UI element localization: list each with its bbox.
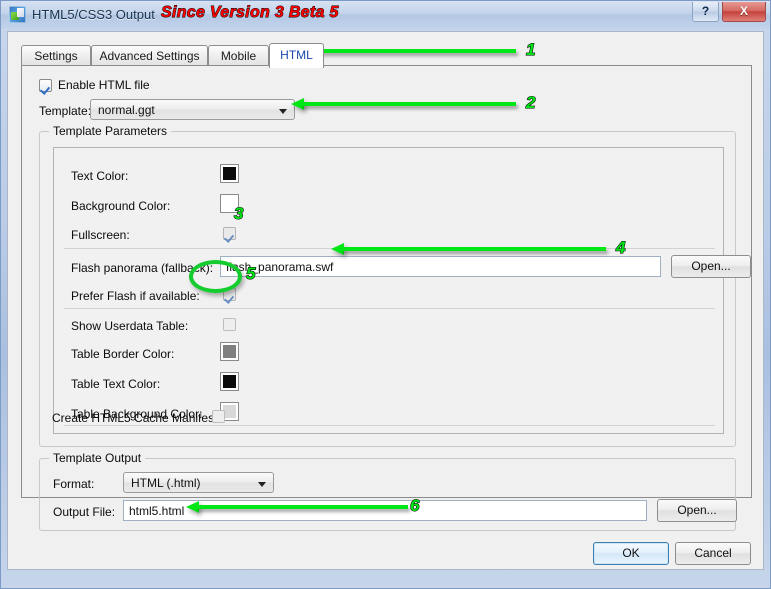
background-color-label: Background Color: <box>71 199 171 213</box>
cache-manifest-checkbox[interactable] <box>212 410 225 423</box>
template-output-group: Template Output Format: HTML (.html) Out… <box>39 451 737 531</box>
dialog-client-area: Settings Advanced Settings Mobile HTML E… <box>7 31 764 570</box>
text-color-swatch[interactable] <box>220 164 239 183</box>
cancel-button[interactable]: Cancel <box>675 542 751 565</box>
tab-mobile[interactable]: Mobile <box>208 45 269 66</box>
close-button[interactable]: X <box>722 2 766 22</box>
prefer-flash-label: Prefer Flash if available: <box>71 289 200 303</box>
enable-html-file-label: Enable HTML file <box>58 78 150 92</box>
dialog-window: HTML5/CSS3 Output Since Version 3 Beta 5… <box>0 0 771 589</box>
html-tab-panel: Enable HTML file Template: normal.ggt Te… <box>21 65 752 531</box>
flash-panorama-input[interactable]: flash_panorama.swf <box>220 256 661 277</box>
format-dropdown[interactable]: HTML (.html) <box>123 472 274 493</box>
chevron-down-icon-format <box>258 482 266 487</box>
template-dropdown[interactable]: normal.ggt <box>90 99 295 120</box>
parameters-inner-panel: Text Color: Background Color: Fullscreen… <box>53 147 751 434</box>
fullscreen-checkbox[interactable] <box>223 227 236 240</box>
show-userdata-table-label: Show Userdata Table: <box>71 319 189 333</box>
template-parameters-group: Template Parameters Text Color: Backgrou… <box>39 124 751 447</box>
tab-settings[interactable]: Settings <box>21 45 91 66</box>
annotation-number-5: 5 <box>245 264 256 283</box>
cache-manifest-label: Create HTML5 Cache Manifest: <box>52 411 221 425</box>
annotation-number-3: 3 <box>233 204 244 223</box>
output-file-value: html5.html <box>129 504 185 518</box>
table-border-color-label: Table Border Color: <box>71 347 175 361</box>
table-text-color-label: Table Text Color: <box>71 377 161 391</box>
window-title: HTML5/CSS3 Output <box>32 7 155 22</box>
format-label: Format: <box>53 477 95 491</box>
flash-panorama-open-button[interactable]: Open... <box>671 255 751 278</box>
annotation-ellipse-5 <box>189 260 242 293</box>
template-output-title: Template Output <box>49 451 146 465</box>
help-button[interactable]: ? <box>692 2 719 22</box>
template-label: Template: <box>39 104 92 118</box>
table-text-color-swatch[interactable] <box>220 372 239 391</box>
fullscreen-label: Fullscreen: <box>71 228 130 242</box>
format-value: HTML (.html) <box>131 476 201 490</box>
enable-html-file-checkbox[interactable] <box>39 79 52 92</box>
template-parameters-title: Template Parameters <box>49 124 172 138</box>
output-file-label: Output File: <box>53 505 116 519</box>
app-icon <box>9 6 26 23</box>
text-color-label: Text Color: <box>71 169 129 183</box>
tab-html[interactable]: HTML <box>269 43 324 68</box>
tab-advanced-settings[interactable]: Advanced Settings <box>91 45 208 66</box>
output-file-input[interactable]: html5.html <box>123 500 647 521</box>
annotation-number-2: 2 <box>525 93 536 112</box>
template-value: normal.ggt <box>98 103 155 117</box>
show-userdata-table-checkbox[interactable] <box>223 318 236 331</box>
annotation-number-4: 4 <box>615 238 626 257</box>
version-annotation-text: Since Version 3 Beta 5 <box>161 4 339 22</box>
flash-panorama-value: flash_panorama.swf <box>226 260 334 274</box>
annotation-number-6: 6 <box>409 496 420 515</box>
chevron-down-icon <box>279 109 287 114</box>
table-border-color-swatch[interactable] <box>220 342 239 361</box>
title-bar: HTML5/CSS3 Output Since Version 3 Beta 5… <box>1 1 770 29</box>
annotation-number-1: 1 <box>525 40 536 59</box>
ok-button[interactable]: OK <box>593 542 669 565</box>
output-file-open-button[interactable]: Open... <box>657 499 737 522</box>
